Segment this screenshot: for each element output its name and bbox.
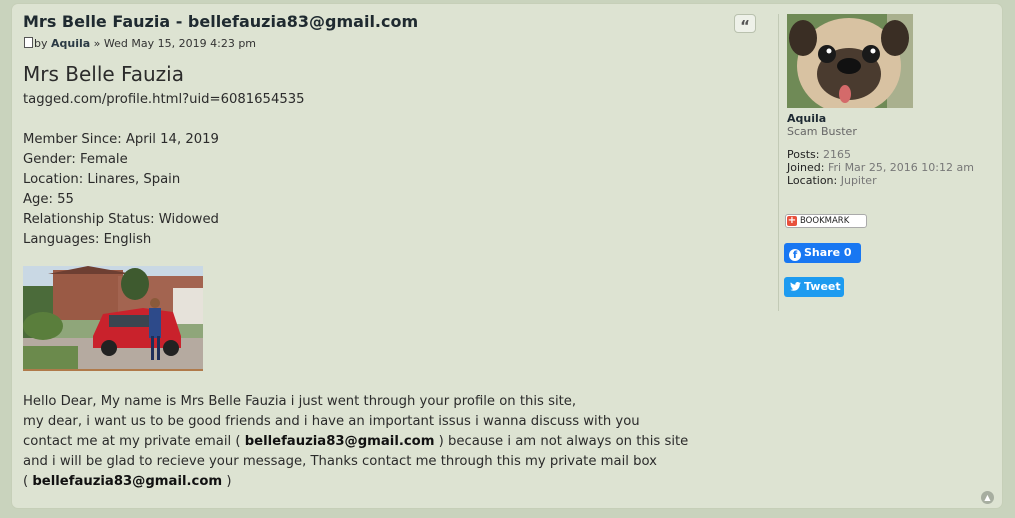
post-profile: Aquila Scam Buster Posts: 2165 Joined: F… [787,112,974,187]
detail-line: Languages: English [23,232,152,247]
profile-rank: Scam Buster [787,125,857,138]
posts-value[interactable]: 2165 [823,148,851,161]
profile-location: Location: Jupiter [787,174,974,187]
post-author-link[interactable]: Aquila [51,37,90,50]
email-address: bellefauzia83@gmail.com [244,434,435,449]
avatar[interactable] [787,14,913,108]
photo-image [23,266,203,369]
post-title[interactable]: Mrs Belle Fauzia - bellefauzia83@gmail.c… [23,12,418,31]
post-content: Mrs Belle Fauzia tagged.com/profile.html… [23,62,743,250]
message-line: Hello Dear, My name is Mrs Belle Fauzia … [23,394,577,409]
facebook-icon: f [789,249,801,261]
chevron-up-icon: ▲ [984,493,991,502]
back-to-top-button[interactable]: ▲ [981,491,994,504]
meta-separator: » [90,37,104,50]
post-meta: by Aquila » Wed May 15, 2019 4:23 pm [24,37,256,50]
message-text: ) because i am not always on this site [434,434,689,449]
profile-posts: Posts: 2165 [787,148,974,161]
location-value: Jupiter [840,174,877,187]
facebook-share-button[interactable]: f Share 0 [784,243,861,263]
facebook-label: Share 0 [804,246,852,259]
document-icon[interactable] [24,37,33,48]
message-line: contact me at my private email ( bellefa… [23,432,688,452]
detail-line: Member Since: April 14, 2019 [23,132,219,147]
joined-label: Joined: [787,161,825,174]
message-line: my dear, i want us to be good friends an… [23,414,640,429]
bookmark-button[interactable]: + BOOKMARK [785,214,867,228]
profile-photo[interactable] [23,266,203,371]
profile-url: tagged.com/profile.html?uid=6081654535 [23,92,305,107]
posts-label: Posts: [787,148,820,161]
location-label: Location: [787,174,838,187]
detail-line: Location: Linares, Spain [23,172,181,187]
tweet-button[interactable]: Tweet [784,277,844,297]
message-text: ( [23,474,33,489]
avatar-image [787,14,913,108]
quote-button[interactable]: “ [734,14,756,35]
twitter-icon [790,281,801,291]
post-message: Hello Dear, My name is Mrs Belle Fauzia … [23,392,688,492]
bookmark-label: BOOKMARK [800,216,850,226]
message-text: ) [222,474,232,489]
message-line: and i will be glad to recieve your messa… [23,454,657,469]
detail-line: Relationship Status: Widowed [23,212,219,227]
email-address: bellefauzia83@gmail.com [32,474,223,489]
message-text: contact me at my private email ( [23,434,245,449]
detail-line: Age: 55 [23,192,74,207]
meta-by: by [34,37,48,50]
content-heading: Mrs Belle Fauzia [23,62,184,86]
tweet-label: Tweet [804,280,841,293]
plus-icon: + [787,215,797,226]
message-line: ( bellefauzia83@gmail.com ) [23,472,688,492]
detail-line: Gender: Female [23,152,128,167]
postprofile-divider [778,14,779,311]
post: Mrs Belle Fauzia - bellefauzia83@gmail.c… [11,3,1003,509]
profile-joined: Joined: Fri Mar 25, 2016 10:12 am [787,161,974,174]
post-date: Wed May 15, 2019 4:23 pm [103,37,257,50]
joined-value: Fri Mar 25, 2016 10:12 am [827,161,974,174]
profile-username[interactable]: Aquila [787,112,974,125]
quote-icon: “ [740,17,750,35]
